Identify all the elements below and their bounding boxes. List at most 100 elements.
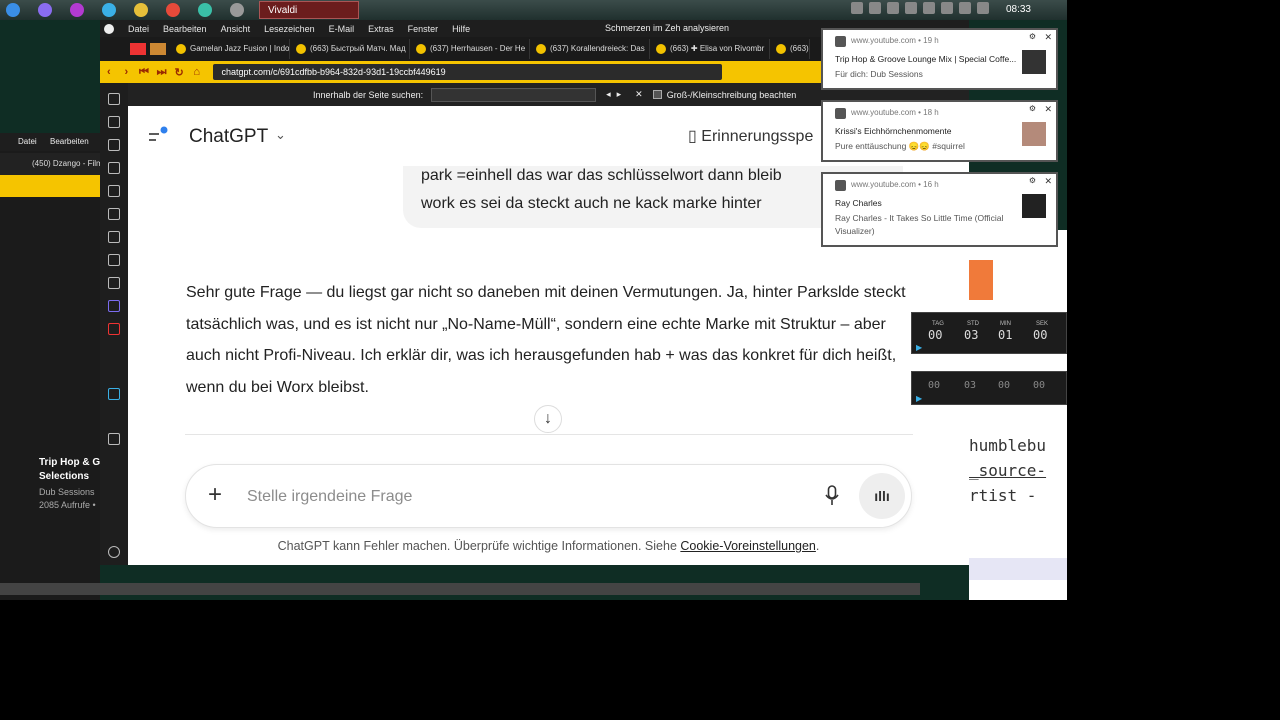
settings-icon[interactable]: ⚙ [1029,104,1036,113]
settings-icon[interactable]: ⚙ [1029,176,1036,185]
thumbnail-image [1022,194,1046,218]
close-icon[interactable]: ✕ [1044,32,1052,43]
notification-card[interactable]: www.youtube.com • 18 h ⚙ ✕ Krissi's Eich… [821,100,1058,162]
tab[interactable]: Gamelan Jazz Fusion | Indo [170,39,290,59]
settings-icon[interactable]: ⚙ [1029,32,1036,41]
timer-label: MIN [1000,321,1011,327]
menu-item-lesezeichen[interactable]: Lesezeichen [264,24,315,34]
translate-icon[interactable] [108,231,120,243]
scrollbar[interactable] [0,583,920,595]
vivaldi-icon[interactable] [104,23,114,34]
settings-icon[interactable] [108,546,120,558]
menu-item-hilfe[interactable]: Hilfe [452,24,470,34]
app-icon[interactable] [70,3,84,17]
app-icon[interactable] [102,3,116,17]
start-button[interactable] [6,3,20,17]
app-icon[interactable] [38,3,52,17]
app-icon[interactable] [166,3,180,17]
sidebar-toggle-icon[interactable] [148,126,170,144]
cookie-settings-link[interactable]: Cookie-Voreinstellungen [680,539,816,553]
tray-icon[interactable] [869,2,881,14]
app-icon[interactable] [230,3,244,17]
menu-item[interactable]: Bearbeiten [50,137,89,146]
add-panel-icon[interactable] [108,433,120,445]
find-close-icon[interactable]: ✕ [635,89,643,100]
vivaldi-panel-icon[interactable] [108,323,120,335]
notification-subtitle: Pure enttäuschung 😞😞 #squirrel [835,141,965,151]
tab[interactable]: (637) Korallendreieck: Das [530,39,650,59]
tray-icon[interactable] [959,2,971,14]
disclaimer-suffix: . [815,539,820,553]
close-icon[interactable]: ✕ [1044,104,1052,115]
video-title[interactable]: Trip Hop & G [39,457,100,468]
taskbar-window-vivaldi[interactable]: Vivaldi [259,1,359,19]
tray-icon[interactable] [977,2,989,14]
notification-card[interactable]: www.youtube.com • 16 h ⚙ ✕ Ray Charles R… [821,172,1058,247]
tab[interactable]: (637) Herrhausen - Der He [410,39,530,59]
tab[interactable]: (450) Dzango - Film [0,153,100,175]
voice-mode-button[interactable]: ıllı [859,473,905,519]
find-next-icon[interactable]: ▸ [617,89,622,100]
mail-icon[interactable] [108,208,120,220]
chevron-down-icon[interactable]: ⌄ [275,127,286,143]
timer-days: 00 [928,380,941,391]
countdown-timer: TAG STD MIN SEK 00 03 01 00 ▶ [911,312,1067,354]
notification-subtitle: Für dich: Dub Sessions [835,69,923,79]
menu-item-fenster[interactable]: Fenster [408,24,439,34]
url-field[interactable]: chatgpt.com/c/691cdfbb-b964-832d-93d1-19… [213,64,722,80]
tasks-icon[interactable] [108,277,120,289]
notes-icon[interactable] [108,185,120,197]
memory-button[interactable]: ▯ Erinnerungsspe [688,126,813,146]
tray-icon[interactable] [941,2,953,14]
reload-icon[interactable]: ↻ [170,66,188,79]
back-icon[interactable]: ‹ [100,66,118,78]
rewind-icon[interactable]: ⏮ [135,66,153,79]
tray-icon[interactable] [923,2,935,14]
find-prev-icon[interactable]: ◂ [606,89,611,100]
play-icon[interactable]: ▶ [916,343,922,352]
tab[interactable]: (663) ✚ Elisa von Rivombr [650,39,770,59]
clock[interactable]: 08:33 [1006,4,1031,15]
channel-name[interactable]: Dub Sessions [39,487,95,497]
youtube-icon[interactable] [130,43,146,55]
menu-item-email[interactable]: E-Mail [329,24,355,34]
tab[interactable]: (663) D [770,39,810,59]
home-icon[interactable]: ⌂ [188,66,206,78]
notification-card[interactable]: www.youtube.com • 19 h ⚙ ✕ Trip Hop & Gr… [821,28,1058,90]
timer-seconds: 00 [1033,380,1046,391]
menu-item-bearbeiten[interactable]: Bearbeiten [163,24,207,34]
calendar-icon[interactable] [108,254,120,266]
media-icon[interactable] [108,388,120,400]
mastodon-icon[interactable] [108,300,120,312]
microphone-icon[interactable] [824,485,840,507]
menu-item-ansicht[interactable]: Ansicht [221,24,251,34]
app-title[interactable]: ChatGPT [189,126,268,148]
fast-forward-icon[interactable]: ⏭ [153,66,171,79]
add-attachment-button[interactable]: + [208,481,222,509]
tab[interactable]: (663) Быстрый Матч. Мад [290,39,410,59]
app-icon[interactable] [198,3,212,17]
reading-list-icon[interactable] [108,116,120,128]
tray-icon[interactable] [851,2,863,14]
history-icon[interactable] [108,162,120,174]
case-checkbox[interactable] [652,90,662,99]
menu-item-datei[interactable]: Datei [128,24,149,34]
notification-source: www.youtube.com • 16 h [851,180,939,189]
forward-icon[interactable]: › [118,66,136,78]
menu-item[interactable]: Datei [18,137,37,146]
scroll-down-button[interactable]: ↓ [534,405,562,433]
play-icon[interactable]: ▶ [916,394,922,403]
app-icon[interactable] [134,3,148,17]
tray-icon[interactable] [887,2,899,14]
menu-item-extras[interactable]: Extras [368,24,394,34]
bookmarks-icon[interactable] [108,93,120,105]
tray-icon[interactable] [905,2,917,14]
prompt-input[interactable]: Stelle irgendeine Frage [247,488,412,506]
address-bar [0,175,100,197]
downloads-icon[interactable] [108,139,120,151]
pinned-tab-icon[interactable] [150,43,166,55]
close-icon[interactable]: ✕ [1044,176,1052,187]
video-title[interactable]: Selections [39,471,89,482]
find-input[interactable] [431,87,597,102]
thumbnail-image [1022,122,1046,146]
